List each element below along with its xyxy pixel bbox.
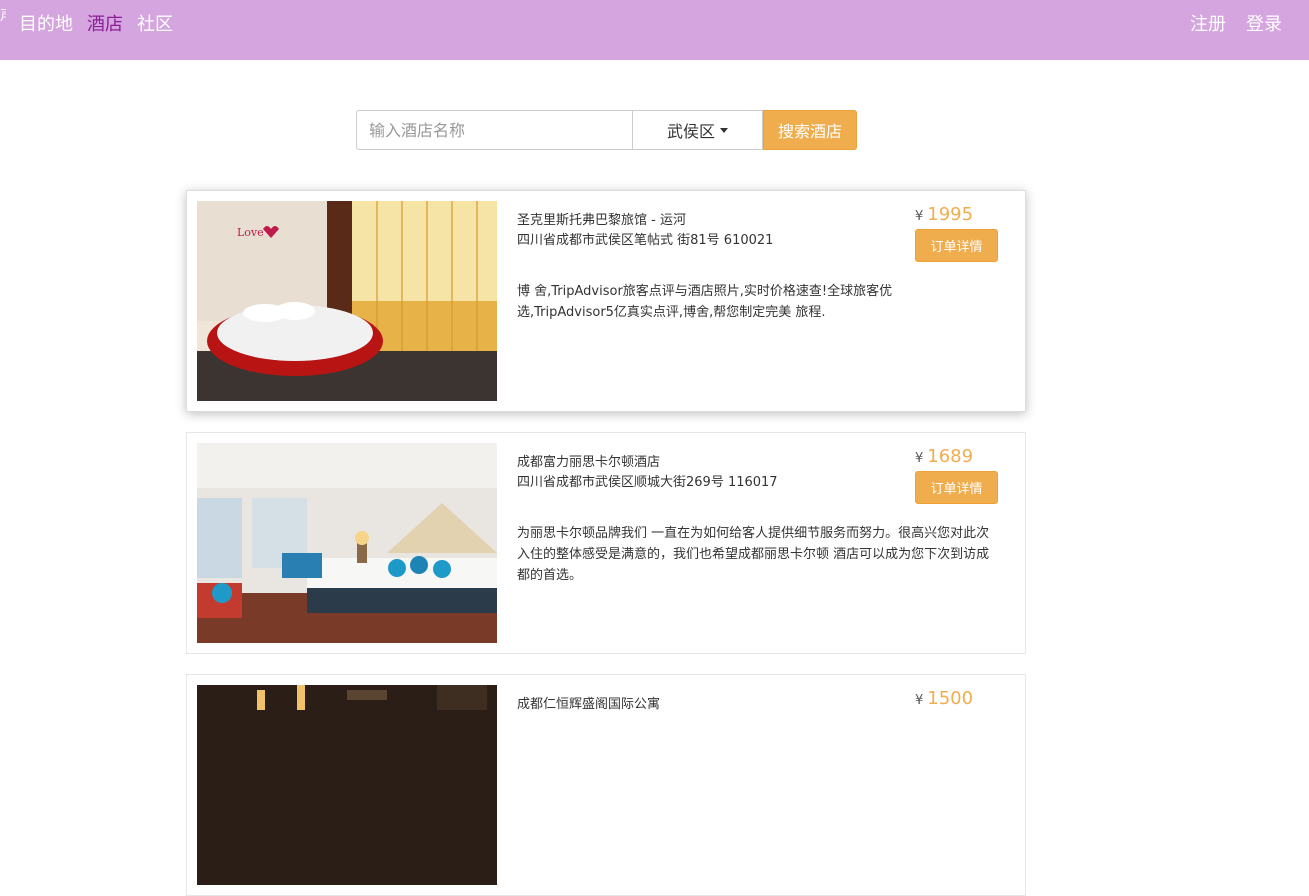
hotel-name[interactable]: 成都富力丽思卡尔顿酒店 [517,453,660,473]
hotel-name[interactable]: 圣克里斯托弗巴黎旅馆 - 运河 [517,211,686,231]
hotel-description: 博 舍,TripAdvisor旅客点评与酒店照片,实时价格速查!全球旅客优选,T… [517,284,893,320]
hotel-price: ¥1995 [915,203,973,229]
order-details-button[interactable]: 订单详情 [915,229,998,262]
order-details-button[interactable]: 订单详情 [915,471,998,504]
currency-symbol: ¥ [915,209,924,224]
price-value: 1995 [927,204,974,225]
hotel-description: 为丽思卡尔顿品牌我们 一直在为如何给客人提供细节服务而努力。很高兴您对此次入住的… [517,526,990,583]
hotel-card[interactable]: Love 圣克里斯托弗巴黎旅馆 - 运河 四川省成都市武侯区笔帖式 街81号 6… [186,190,1026,412]
hotel-price: ¥1500 [915,687,973,713]
currency-symbol: ¥ [915,693,924,708]
main-nav: 目的地 酒店 社区 [19,12,187,38]
hotel-photo[interactable]: Love [197,201,497,401]
register-link[interactable]: 注册 [1190,12,1226,38]
price-value: 1689 [927,446,974,467]
hotel-price: ¥1689 [915,445,973,471]
nav-destinations[interactable]: 目的地 [19,12,73,38]
hotel-photo[interactable] [197,443,497,643]
search-hotel-button[interactable]: 搜索酒店 [763,110,857,150]
hotel-address: 四川省成都市武侯区顺城大街269号 116017 [517,475,778,490]
district-label: 武侯区 [666,122,715,141]
hotel-card[interactable]: 成都仁恒辉盛阁国际公寓 ¥1500 [186,674,1026,896]
price-value: 1500 [927,688,974,709]
currency-symbol: ¥ [915,451,924,466]
login-link[interactable]: 登录 [1246,12,1282,38]
top-navbar: 声 目的地 酒店 社区 注册 登录 [0,0,1309,60]
account-nav: 注册 登录 [1170,12,1282,38]
hotel-name[interactable]: 成都仁恒辉盛阁国际公寓 [517,695,660,715]
nav-hotels[interactable]: 酒店 [87,12,123,38]
hotel-search-bar: 武侯区 搜索酒店 [356,110,857,150]
site-logo[interactable]: 声 [0,8,6,46]
caret-down-icon [720,127,728,133]
district-dropdown[interactable]: 武侯区 [633,110,763,150]
nav-community[interactable]: 社区 [137,12,173,38]
svg-text:Love: Love [237,226,264,239]
hotel-address: 四川省成都市武侯区笔帖式 街81号 610021 [517,233,774,248]
hotel-name-input[interactable] [356,110,633,150]
hotel-photo[interactable] [197,685,497,885]
hotel-card[interactable]: 成都富力丽思卡尔顿酒店 四川省成都市武侯区顺城大街269号 116017 为丽思… [186,432,1026,654]
